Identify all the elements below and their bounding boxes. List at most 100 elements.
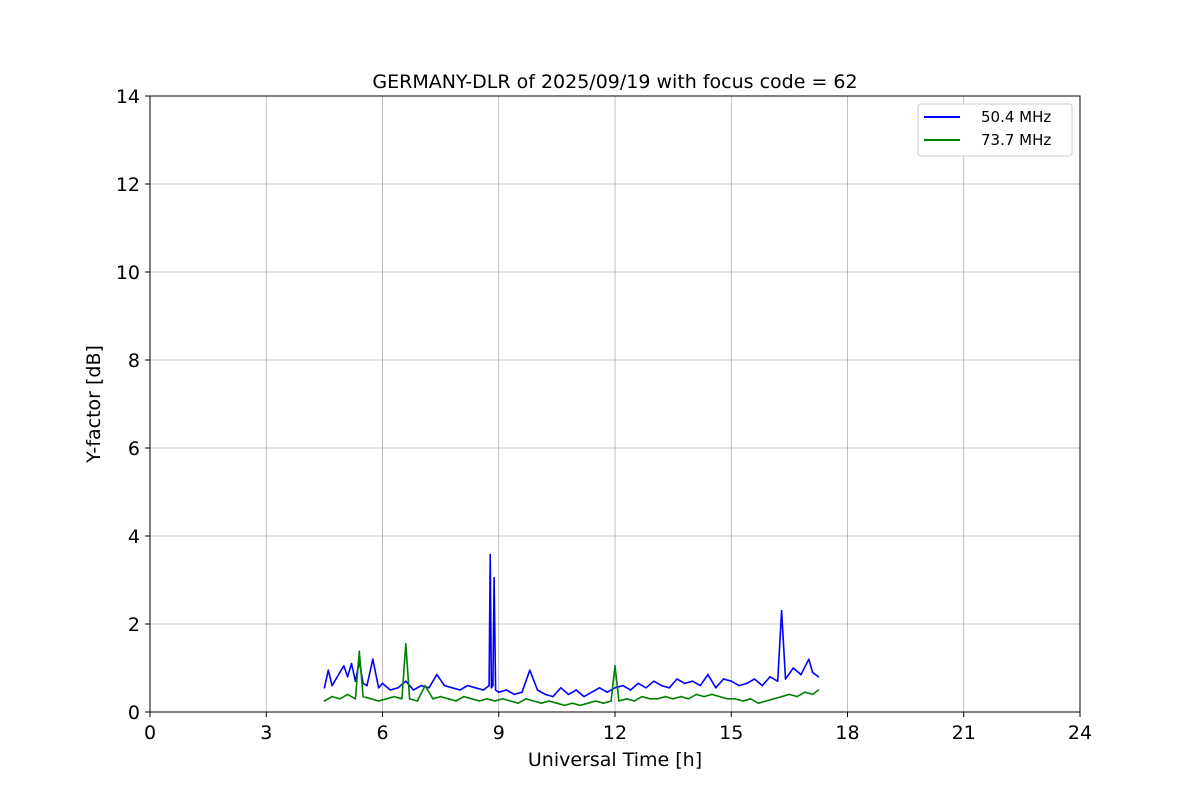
data-point-73-7-mhz (517, 702, 519, 704)
data-point-50-4-mhz (323, 687, 326, 689)
data-point-50-4-mhz (331, 684, 333, 687)
data-point-50-4-mhz (346, 676, 349, 678)
data-point-50-4-mhz (560, 687, 562, 689)
data-point-50-4-mhz (660, 684, 663, 687)
data-point-50-4-mhz (637, 682, 640, 685)
data-point-73-7-mhz (817, 689, 820, 691)
data-point-50-4-mhz (691, 680, 694, 682)
legend: 50.4 MHz 73.7 MHz (917, 103, 1073, 157)
data-point-50-4-mhz (800, 673, 802, 676)
data-point-50-4-mhz (366, 684, 368, 687)
x-tick-label: 9 (493, 722, 505, 744)
x-tick-label: 12 (603, 722, 627, 744)
data-point-73-7-mhz (765, 700, 767, 702)
data-point-50-4-mhz (436, 673, 438, 676)
data-point-73-7-mhz (656, 698, 659, 700)
legend-entry-73-7-mhz: 73.7 MHz (981, 131, 1051, 149)
data-point-50-4-mhz (492, 684, 494, 687)
data-point-50-4-mhz (722, 678, 725, 680)
data-point-50-4-mhz (738, 684, 740, 687)
data-point-50-4-mhz (769, 676, 771, 678)
data-point-73-7-mhz (726, 698, 729, 700)
data-point-73-7-mhz (571, 702, 574, 704)
data-point-50-4-mhz (792, 667, 795, 669)
data-point-73-7-mhz (602, 702, 605, 704)
data-point-73-7-mhz (509, 700, 512, 702)
x-tick-label: 3 (260, 722, 272, 744)
data-point-50-4-mhz (645, 687, 647, 689)
data-point-50-4-mhz (606, 691, 609, 693)
data-point-73-7-mhz (556, 702, 558, 704)
data-point-50-4-mhz (699, 684, 702, 687)
data-point-73-7-mhz (594, 700, 597, 702)
data-point-73-7-mhz (796, 695, 798, 698)
data-point-50-4-mhz (730, 680, 733, 682)
data-point-50-4-mhz (653, 680, 655, 682)
data-point-50-4-mhz (493, 577, 495, 579)
data-point-50-4-mhz (780, 610, 783, 612)
data-point-73-7-mhz (362, 695, 364, 698)
y-tick-label: 0 (128, 702, 140, 724)
data-point-73-7-mhz (339, 698, 341, 700)
data-point-73-7-mhz (804, 691, 806, 693)
data-point-50-4-mhz (629, 689, 632, 691)
x-tick-label: 24 (1068, 722, 1092, 744)
data-point-50-4-mhz (591, 691, 593, 693)
data-point-73-7-mhz (687, 698, 690, 700)
data-point-50-4-mhz (552, 695, 554, 698)
data-point-73-7-mhz (393, 695, 395, 698)
data-point-73-7-mhz (749, 698, 752, 700)
chart-title: GERMANY-DLR of 2025/09/19 with focus cod… (372, 71, 857, 93)
data-point-50-4-mhz (575, 689, 578, 691)
x-tick-label: 15 (719, 722, 743, 744)
data-point-50-4-mhz (494, 689, 497, 691)
data-point-50-4-mhz (676, 678, 678, 680)
x-tick-label: 0 (144, 722, 156, 744)
data-point-50-4-mhz (817, 676, 820, 678)
data-point-73-7-mhz (703, 695, 705, 698)
data-point-50-4-mhz (811, 671, 814, 674)
data-point-73-7-mhz (780, 695, 783, 698)
data-point-73-7-mhz (532, 700, 535, 702)
data-point-73-7-mhz (401, 698, 403, 700)
data-point-73-7-mhz (331, 695, 333, 698)
data-point-73-7-mhz (346, 693, 349, 696)
legend-entry-50-4-mhz: 50.4 MHz (981, 108, 1051, 126)
data-point-50-4-mhz (707, 673, 709, 676)
data-point-50-4-mhz (808, 658, 810, 660)
data-point-73-7-mhz (416, 700, 419, 702)
data-point-73-7-mhz (358, 650, 361, 653)
data-point-73-7-mhz (323, 700, 326, 702)
data-point-73-7-mhz (672, 698, 674, 700)
data-point-73-7-mhz (773, 698, 775, 700)
data-point-50-4-mhz (583, 695, 585, 698)
data-point-73-7-mhz (432, 698, 434, 700)
data-point-50-4-mhz (513, 693, 516, 696)
data-point-50-4-mhz (746, 682, 748, 685)
data-point-73-7-mhz (525, 698, 527, 700)
data-point-50-4-mhz (776, 680, 779, 682)
data-point-73-7-mhz (455, 700, 457, 702)
data-point-50-4-mhz (614, 687, 616, 689)
data-point-73-7-mhz (618, 700, 620, 702)
data-point-73-7-mhz (614, 665, 616, 667)
data-point-73-7-mhz (486, 698, 488, 700)
data-point-50-4-mhz (327, 669, 330, 671)
data-point-73-7-mhz (610, 700, 612, 702)
data-point-50-4-mhz (684, 682, 686, 685)
data-point-73-7-mhz (424, 684, 426, 687)
data-point-50-4-mhz (536, 689, 539, 691)
data-point-50-4-mhz (466, 684, 469, 687)
y-tick-label: 14 (116, 86, 140, 108)
data-point-50-4-mhz (505, 689, 508, 691)
x-tick-label: 6 (376, 722, 388, 744)
y-tick-label: 12 (116, 174, 140, 196)
data-point-73-7-mhz (540, 702, 543, 704)
data-point-50-4-mhz (354, 680, 357, 682)
y-tick-label: 2 (128, 614, 140, 636)
data-point-50-4-mhz (459, 689, 461, 691)
data-point-50-4-mhz (761, 684, 764, 687)
data-point-50-4-mhz (412, 689, 415, 691)
chart: GERMANY-DLR of 2025/09/19 with focus cod… (0, 0, 1200, 800)
y-axis-label: Y-factor [dB] (83, 345, 105, 464)
